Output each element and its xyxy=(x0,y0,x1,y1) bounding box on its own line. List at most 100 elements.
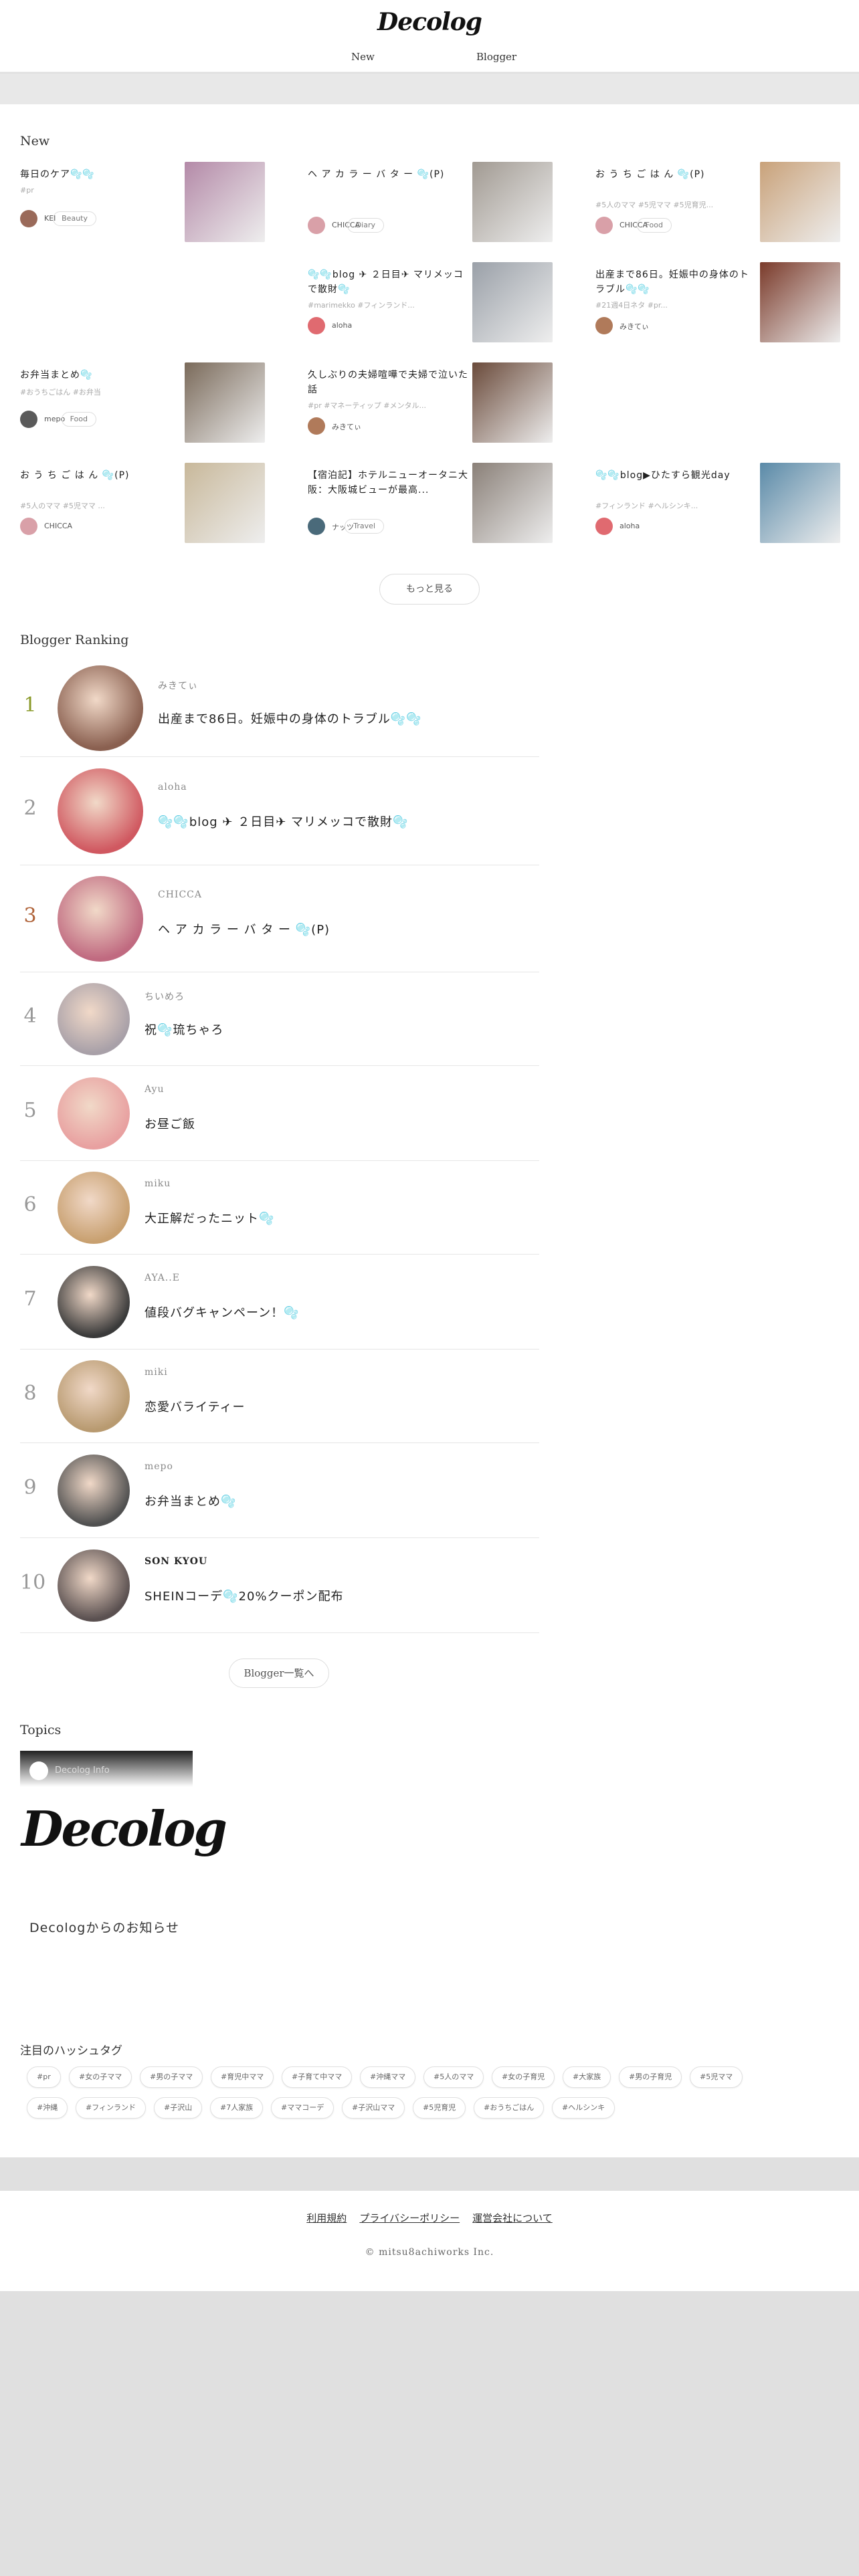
blogger-name[interactable]: miki xyxy=(145,1367,168,1378)
category-badge[interactable]: Food xyxy=(636,218,672,233)
ranking-row[interactable]: 8 miki 恋愛バライティー xyxy=(20,1350,539,1443)
article-card[interactable]: 🫧🫧blog ✈︎ ２日目✈︎ マリメッコで散財🫧 #marimekko #フィン… xyxy=(308,262,553,345)
blogger-latest-post[interactable]: お昼ご飯 xyxy=(145,1115,195,1132)
blogger-avatar[interactable] xyxy=(58,983,130,1055)
article-card[interactable]: お う ち ご は ん 🫧(𝖯) #5人のママ #5児ママ #5児育児... CHI… xyxy=(595,162,840,245)
article-card[interactable]: 久しぶりの夫婦喧嘩で夫婦で泣いた話 #pr #マネーティップ #メンタル... みき… xyxy=(308,362,553,445)
ranking-row[interactable]: 9 mepo お弁当まとめ🫧 xyxy=(20,1443,539,1538)
hashtag-chip[interactable]: #7人家族 xyxy=(210,2097,264,2119)
blogger-latest-post[interactable]: 恋愛バライティー xyxy=(145,1398,246,1415)
blogger-latest-post[interactable]: 値段バグキャンペーン！🫧 xyxy=(145,1303,300,1321)
blogger-avatar[interactable] xyxy=(58,768,143,854)
topic-card[interactable]: Decolog Info Decolog Decologからのお知らせ xyxy=(20,1751,227,1992)
ranking-row[interactable]: 2 aloha 🫧🫧blog ✈︎ ２日目✈︎ マリメッコで散財🫧 xyxy=(20,757,539,865)
site-logo[interactable]: Decolog xyxy=(0,8,859,36)
ranking-row[interactable]: 3 CHICCA ヘ ア カ ラ ー バ タ ー 🫧(𝖯) xyxy=(20,865,539,972)
hashtag-chip[interactable]: #5児ママ xyxy=(690,2066,743,2088)
hashtag-chip[interactable]: #女の子ママ xyxy=(69,2066,132,2088)
hashtag-chip[interactable]: #育児中ママ xyxy=(211,2066,274,2088)
category-badge[interactable]: Travel xyxy=(345,519,384,534)
article-thumbnail[interactable] xyxy=(760,162,840,242)
ranking-row[interactable]: 1 みきてぃ 出産まで86日。妊娠中の身体のトラブル🫧🫧 xyxy=(20,659,539,757)
nav-new[interactable]: New xyxy=(351,51,375,63)
category-badge[interactable]: Beauty xyxy=(53,211,96,226)
ranking-row[interactable]: 6 miku 大正解だったニット🫧 xyxy=(20,1161,539,1255)
terms-link[interactable]: 利用規約 xyxy=(306,2212,347,2224)
article-card[interactable]: お う ち ご は ん 🫧(𝖯) #5人のママ #5児ママ ... CHICCA xyxy=(20,463,265,546)
article-title[interactable]: 出産まで86日。妊娠中の身体のトラブル🫧🫧 xyxy=(595,267,756,297)
blogger-latest-post[interactable]: 大正解だったニット🫧 xyxy=(145,1209,274,1226)
article-card[interactable]: 【宿泊記】ホテルニューオータニ大阪：大阪城ビューが最高... ナッツ Travel xyxy=(308,463,553,546)
article-author[interactable]: aloha xyxy=(308,317,468,334)
article-card[interactable]: お弁当まとめ🫧 #おうちごはん #お弁当 mepo Food xyxy=(20,362,265,445)
blogger-latest-post[interactable]: SHEINコーデ🫧20%クーポン配布 xyxy=(145,1587,344,1604)
nav-blogger[interactable]: Blogger xyxy=(476,51,516,63)
hashtag-chip[interactable]: #子沢山 xyxy=(154,2097,203,2119)
article-thumbnail[interactable] xyxy=(185,463,265,543)
article-title[interactable]: 🫧🫧blog▶︎ひたすら観光day xyxy=(595,468,756,483)
article-title[interactable]: 毎日のケア🫧🫧 xyxy=(20,167,181,182)
article-thumbnail[interactable] xyxy=(185,362,265,443)
article-thumbnail[interactable] xyxy=(760,463,840,543)
blogger-name[interactable]: みきてぃ xyxy=(158,679,198,692)
ranking-row[interactable]: 5 Ayu お昼ご飯 xyxy=(20,1066,539,1161)
article-title[interactable]: 久しぶりの夫婦喧嘩で夫婦で泣いた話 xyxy=(308,368,468,397)
privacy-link[interactable]: プライバシーポリシー xyxy=(359,2212,460,2224)
article-thumbnail[interactable] xyxy=(472,362,553,443)
blogger-name[interactable]: mepo xyxy=(145,1461,173,1472)
hashtag-chip[interactable]: #5人のママ xyxy=(423,2066,484,2088)
blogger-name[interactable]: CHICCA xyxy=(158,889,202,900)
article-author[interactable]: aloha xyxy=(595,518,756,535)
article-card[interactable]: 出産まで86日。妊娠中の身体のトラブル🫧🫧 #21週4日ネタ #pr... みきてぃ xyxy=(595,262,840,345)
blogger-list-button[interactable]: Blogger一覧へ xyxy=(229,1658,329,1688)
article-thumbnail[interactable] xyxy=(760,262,840,342)
hashtag-chip[interactable]: #子育て中ママ xyxy=(282,2066,353,2088)
hashtag-chip[interactable]: #沖縄 xyxy=(27,2097,68,2119)
article-author[interactable]: KEI Beauty xyxy=(20,210,181,227)
hashtag-chip[interactable]: #沖縄ママ xyxy=(360,2066,416,2088)
blogger-name[interactable]: SON KYOU xyxy=(145,1556,207,1567)
article-card[interactable]: ヘ ア カ ラ ー バ タ ー 🫧(𝖯) CHICCA Diary xyxy=(308,162,553,245)
blogger-name[interactable]: ちいめろ xyxy=(145,990,185,1003)
hashtag-chip[interactable]: #pr xyxy=(27,2066,61,2088)
article-title[interactable]: お弁当まとめ🫧 xyxy=(20,368,181,383)
article-title[interactable]: お う ち ご は ん 🫧(𝖯) xyxy=(20,468,181,483)
hashtag-chip[interactable]: #フィンランド xyxy=(76,2097,146,2119)
blogger-avatar[interactable] xyxy=(58,1077,130,1150)
hashtag-chip[interactable]: #男の子育児 xyxy=(619,2066,682,2088)
blogger-name[interactable]: miku xyxy=(145,1178,171,1189)
article-author[interactable]: CHICCA xyxy=(20,518,181,535)
company-link[interactable]: 運営会社について xyxy=(472,2212,553,2224)
hashtag-chip[interactable]: #子沢山ママ xyxy=(342,2097,405,2119)
category-badge[interactable]: Food xyxy=(61,412,96,427)
blogger-avatar[interactable] xyxy=(58,1172,130,1244)
article-author[interactable]: ナッツ Travel xyxy=(308,518,468,535)
article-author[interactable]: CHICCA Diary xyxy=(308,217,468,234)
article-author[interactable]: mepo Food xyxy=(20,411,181,428)
hashtag-chip[interactable]: #5児育児 xyxy=(413,2097,466,2119)
blogger-name[interactable]: Ayu xyxy=(145,1084,164,1095)
blogger-name[interactable]: aloha xyxy=(158,782,187,792)
article-thumbnail[interactable] xyxy=(472,162,553,242)
ranking-row[interactable]: 4 ちいめろ 祝🫧琉ちゃろ xyxy=(20,972,539,1066)
blogger-latest-post[interactable]: お弁当まとめ🫧 xyxy=(145,1492,236,1509)
blogger-latest-post[interactable]: ヘ ア カ ラ ー バ タ ー 🫧(𝖯) xyxy=(158,920,330,938)
article-author[interactable]: みきてぃ xyxy=(308,417,468,435)
article-title[interactable]: お う ち ご は ん 🫧(𝖯) xyxy=(595,167,756,182)
blogger-avatar[interactable] xyxy=(58,665,143,751)
blogger-avatar[interactable] xyxy=(58,876,143,962)
article-thumbnail[interactable] xyxy=(472,463,553,543)
blogger-name[interactable]: AYA..E xyxy=(145,1273,180,1283)
article-title[interactable]: 🫧🫧blog ✈︎ ２日目✈︎ マリメッコで散財🫧 xyxy=(308,267,468,297)
hashtag-chip[interactable]: #大家族 xyxy=(563,2066,611,2088)
hashtag-chip[interactable]: #おうちごはん xyxy=(474,2097,545,2119)
article-author[interactable]: みきてぃ xyxy=(595,317,756,334)
category-badge[interactable]: Diary xyxy=(347,218,384,233)
blogger-avatar[interactable] xyxy=(58,1360,130,1432)
hashtag-chip[interactable]: #男の子ママ xyxy=(140,2066,203,2088)
article-thumbnail[interactable] xyxy=(472,262,553,342)
blogger-avatar[interactable] xyxy=(58,1455,130,1527)
hashtag-chip[interactable]: #ママコーデ xyxy=(271,2097,335,2119)
hashtag-chip[interactable]: #女の子育児 xyxy=(492,2066,555,2088)
article-author[interactable]: CHICCA Food xyxy=(595,217,756,234)
